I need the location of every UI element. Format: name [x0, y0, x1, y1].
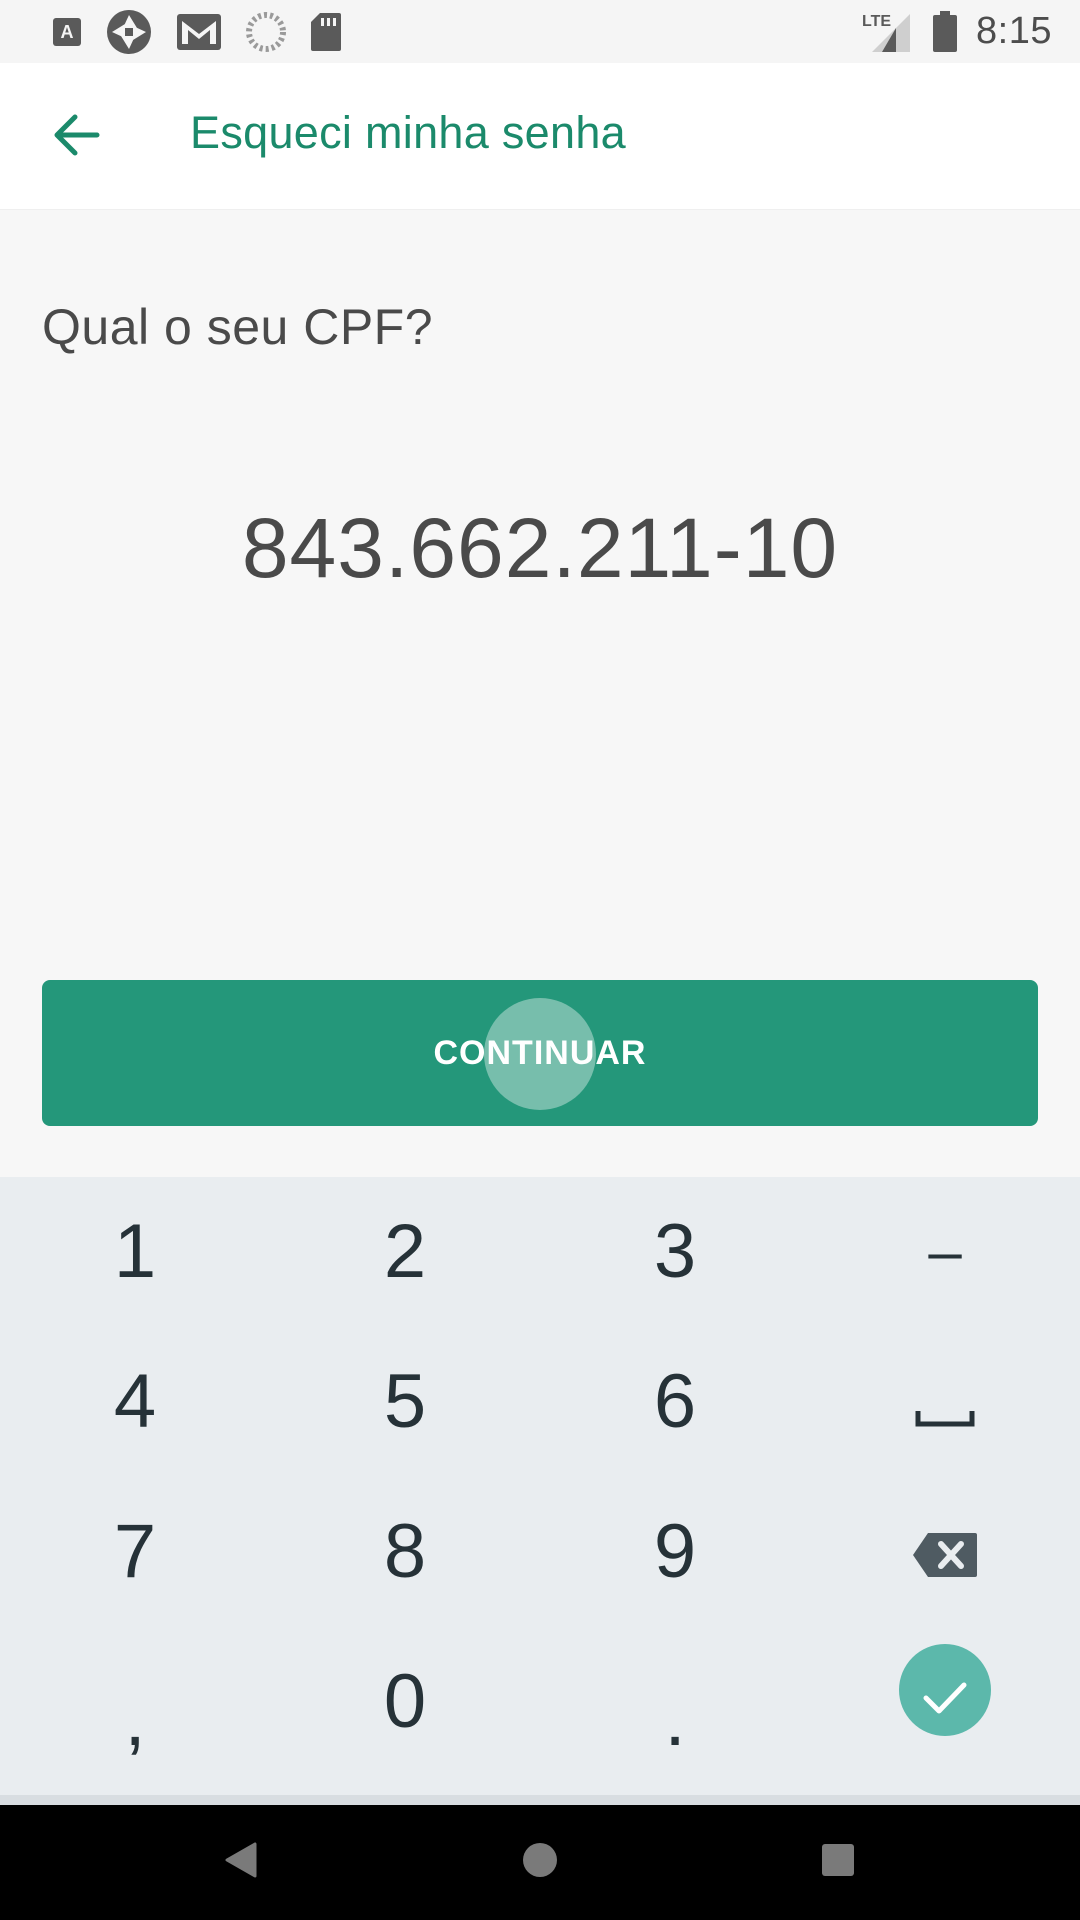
- status-bar: A LTE 8:15: [0, 0, 1080, 63]
- lte-signal-icon: LTE: [862, 10, 914, 54]
- key-period[interactable]: .: [540, 1627, 810, 1777]
- key-label: 8: [383, 1509, 427, 1594]
- key-6[interactable]: 6: [540, 1327, 810, 1477]
- enter-key-circle: [899, 1644, 991, 1736]
- home-circle-icon: [521, 1841, 559, 1884]
- nav-back-button[interactable]: [200, 1817, 280, 1907]
- key-label: 0: [383, 1659, 427, 1744]
- key-backspace[interactable]: [810, 1477, 1080, 1627]
- key-label: –: [928, 1218, 962, 1285]
- battery-icon: [932, 10, 958, 53]
- key-4[interactable]: 4: [0, 1327, 270, 1477]
- key-9[interactable]: 9: [540, 1477, 810, 1627]
- key-8[interactable]: 8: [270, 1477, 540, 1627]
- lte-label: LTE: [862, 13, 891, 30]
- key-label: 5: [383, 1359, 427, 1444]
- space-icon: [915, 1359, 975, 1446]
- key-enter[interactable]: [810, 1615, 1080, 1765]
- continue-button[interactable]: CONTINUAR: [42, 980, 1038, 1126]
- font-a-icon: A: [52, 17, 82, 47]
- screen: A LTE 8:15 Esqueci minha senha Qual o se…: [0, 0, 1080, 1920]
- back-triangle-icon: [223, 1841, 257, 1884]
- loading-circle-icon: [246, 11, 286, 52]
- key-5[interactable]: 5: [270, 1327, 540, 1477]
- camera-shutter-icon: [106, 9, 152, 55]
- page-title: Esqueci minha senha: [190, 107, 626, 158]
- key-label: 2: [383, 1209, 427, 1294]
- key-label: 9: [653, 1509, 697, 1594]
- key-label: 3: [653, 1209, 697, 1294]
- key-1[interactable]: 1: [0, 1177, 270, 1327]
- check-icon: [922, 1647, 968, 1734]
- key-space[interactable]: [810, 1327, 1080, 1477]
- system-status: LTE 8:15: [862, 10, 1052, 54]
- sd-card-icon: [310, 12, 342, 52]
- cpf-question-label: Qual o seu CPF?: [42, 299, 434, 355]
- nav-home-button[interactable]: [500, 1817, 580, 1907]
- app-bar: Esqueci minha senha: [0, 63, 1080, 210]
- key-7[interactable]: 7: [0, 1477, 270, 1627]
- key-comma[interactable]: ,: [0, 1627, 270, 1777]
- key-label: 7: [113, 1509, 157, 1594]
- notification-icons: A: [52, 9, 342, 55]
- nav-recents-button[interactable]: [798, 1817, 878, 1907]
- back-button[interactable]: [44, 105, 108, 169]
- key-3[interactable]: 3: [540, 1177, 810, 1327]
- key-label: .: [664, 1677, 686, 1762]
- key-2[interactable]: 2: [270, 1177, 540, 1327]
- status-time: 8:15: [976, 10, 1052, 52]
- arrow-left-icon: [51, 113, 101, 162]
- navigation-bar: [0, 1805, 1080, 1920]
- cpf-input[interactable]: 843.662.211-10: [0, 500, 1080, 597]
- recents-square-icon: [821, 1843, 855, 1882]
- key-label: 6: [653, 1359, 697, 1444]
- key-label: 4: [113, 1359, 157, 1444]
- numeric-keyboard: 1 2 3 – 4 5 6 7 8 9 , 0 .: [0, 1177, 1080, 1805]
- key-label: 1: [113, 1209, 157, 1294]
- key-0[interactable]: 0: [270, 1627, 540, 1777]
- key-label: ,: [124, 1677, 146, 1762]
- continue-button-label: CONTINUAR: [433, 1033, 647, 1072]
- svg-text:A: A: [61, 22, 74, 42]
- gmail-icon: [176, 13, 222, 51]
- key-dash[interactable]: –: [810, 1177, 1080, 1327]
- backspace-icon: [912, 1509, 978, 1596]
